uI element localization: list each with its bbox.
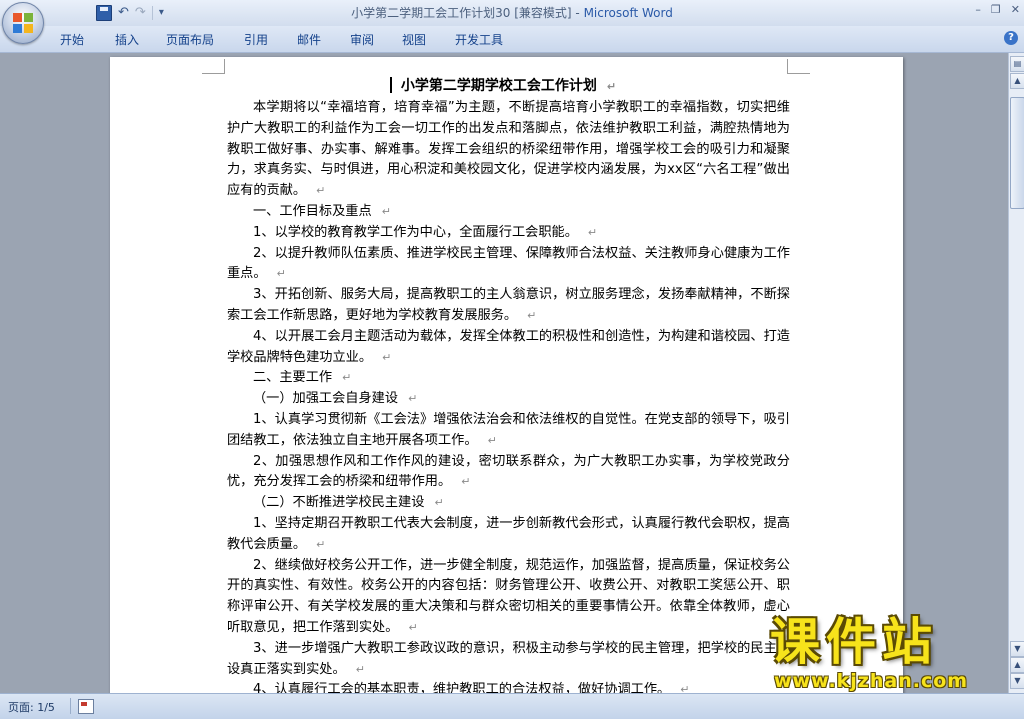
document-heading: 小学第二学期学校工会工作计划 ↵ [227, 75, 790, 98]
margin-corner-mark [202, 59, 225, 74]
vertical-scrollbar[interactable]: ▤ ▲ ▼ ▲ ▼ [1008, 53, 1024, 693]
tab-view[interactable]: 视图 [402, 31, 426, 48]
subsection-heading: （二）不断推进学校民主建设 ↵ [253, 495, 444, 511]
window-title: 小学第二学期工会工作计划30 [兼容模式] - Microsoft Word [0, 4, 1024, 21]
margin-corner-mark [787, 59, 810, 74]
paragraph: 4、以开展工会月主题活动为载体，发挥全体教工的积极性和创造性，为构建和谐校园、打… [227, 328, 790, 365]
paragraph-mark: ↵ [487, 433, 497, 447]
proofing-icon[interactable] [78, 699, 94, 714]
paragraph: 3、开拓创新、服务大局，提高教职工的主人翁意识，树立服务理念，发扬奉献精神，不断… [227, 287, 790, 323]
ribbon-tabs: 开始 插入 页面布局 引用 邮件 审阅 视图 开发工具 ? [0, 26, 1024, 53]
paragraph-mark: ↵ [606, 80, 617, 93]
tab-references[interactable]: 引用 [244, 31, 268, 48]
paragraph: 4、认真履行工会的基本职责，维护教职工的合法权益，做好协调工作。 ↵ [227, 680, 790, 693]
office-logo-icon [13, 13, 33, 33]
close-icon[interactable]: ✕ [1011, 3, 1020, 16]
minimize-icon[interactable]: – [975, 3, 981, 16]
text-cursor [390, 77, 392, 93]
paragraph: 2、继续做好校务公开工作，进一步健全制度，规范运作，加强监督，提高质量，保证校务… [227, 557, 790, 635]
app-name: Microsoft Word [583, 6, 673, 20]
title-bar: ↶ ↷ ▾ 小学第二学期工会工作计划30 [兼容模式] - Microsoft … [0, 0, 1024, 26]
paragraph-mark: ↵ [408, 392, 418, 406]
paragraph-mark: ↵ [382, 350, 392, 364]
paragraph: 1、以学校的教育教学工作为中心，全面履行工会职能。 ↵ [253, 224, 598, 240]
window-controls: – ❐ ✕ [975, 3, 1020, 16]
office-button[interactable] [2, 2, 44, 44]
watermark: 课件站 www.kjzhan.com [770, 614, 1024, 694]
tab-insert[interactable]: 插入 [115, 31, 139, 48]
tab-mailings[interactable]: 邮件 [297, 31, 321, 48]
ruler-toggle-icon[interactable]: ▤ [1010, 56, 1024, 72]
paragraph-mark: ↵ [342, 371, 352, 385]
paragraph-mark: ↵ [316, 184, 326, 198]
watermark-url: www.kjzhan.com [774, 670, 969, 692]
paragraph: 3、进一步增强广大教职工参政议政的意识，积极主动参与学校的民主管理，把学校的民主… [227, 640, 790, 677]
paragraph: 1、认真学习贯彻新《工会法》增强依法治会和依法维权的自觉性。在党支部的领导下，吸… [227, 411, 790, 448]
title-separator: - [571, 6, 584, 20]
paragraph-mark: ↵ [408, 620, 418, 634]
section-heading: 一、工作目标及重点 ↵ [253, 203, 391, 219]
paragraph: 2、以提升教师队伍素质、推进学校民主管理、保障教师合法权益、关注教师身心健康为工… [227, 245, 790, 282]
paragraph-mark: ↵ [527, 308, 537, 322]
status-bar: 页面: 1/5 [0, 693, 1024, 719]
document-page[interactable]: 小学第二学期学校工会工作计划 ↵ 本学期将以“幸福培育，培育幸福”为主题，不断提高… [110, 57, 903, 693]
paragraph-mark: ↵ [316, 537, 326, 551]
paragraph: 2、加强思想作风和工作作风的建设，密切联系群众，为广大教职工办实事，为学校党政分… [227, 453, 790, 490]
paragraph-mark: ↵ [355, 662, 365, 676]
paragraph-mark: ↵ [276, 267, 286, 281]
restore-icon[interactable]: ❐ [991, 3, 1001, 16]
document-body[interactable]: 小学第二学期学校工会工作计划 ↵ 本学期将以“幸福培育，培育幸福”为主题，不断提高… [227, 75, 790, 693]
paragraph: 1、坚持定期召开教职工代表大会制度，进一步创新教代会形式，认真履行教代会职权，提… [227, 515, 790, 552]
tab-developer[interactable]: 开发工具 [455, 31, 503, 48]
watermark-title: 课件站 [770, 613, 938, 671]
scroll-thumb[interactable] [1010, 97, 1024, 209]
paragraph-mark: ↵ [680, 683, 690, 693]
paragraph-mark: ↵ [461, 475, 471, 489]
help-icon[interactable]: ? [1004, 31, 1018, 45]
scroll-up-button[interactable]: ▲ [1010, 73, 1024, 89]
paragraph-mark: ↵ [434, 496, 444, 510]
paragraph-mark: ↵ [587, 225, 598, 239]
tab-home[interactable]: 开始 [60, 31, 84, 48]
paragraph-mark: ↵ [381, 204, 391, 218]
subsection-heading: （一）加强工会自身建设 ↵ [253, 391, 418, 407]
document-title: 小学第二学期工会工作计划30 [兼容模式] [351, 6, 572, 20]
document-heading-text: 小学第二学期学校工会工作计划 [400, 78, 597, 94]
page-count-status[interactable]: 页面: 1/5 [8, 699, 55, 715]
paragraph: 本学期将以“幸福培育，培育幸福”为主题，不断提高培育小学教职工的幸福指数，切实把… [227, 100, 790, 199]
document-area[interactable]: 小学第二学期学校工会工作计划 ↵ 本学期将以“幸福培育，培育幸福”为主题，不断提高… [0, 53, 1008, 693]
tab-page-layout[interactable]: 页面布局 [166, 31, 214, 48]
section-heading: 二、主要工作 ↵ [253, 370, 352, 386]
status-separator [70, 698, 71, 714]
tab-review[interactable]: 审阅 [350, 31, 374, 48]
